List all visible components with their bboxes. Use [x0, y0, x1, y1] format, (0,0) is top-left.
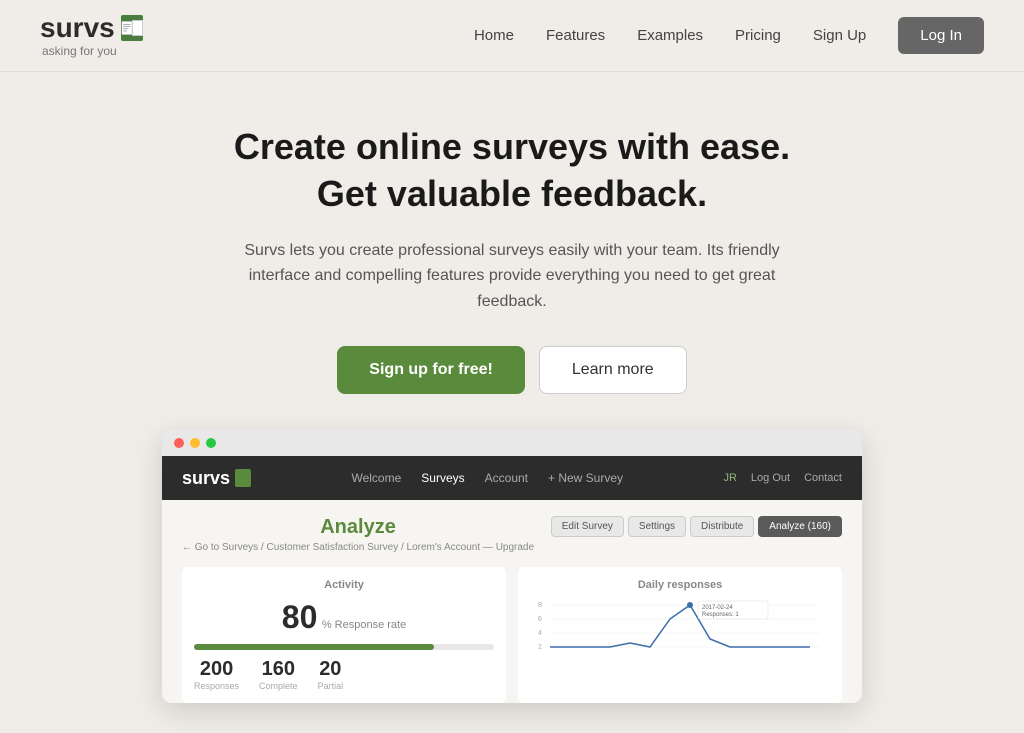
window-minimize-dot: [190, 438, 200, 448]
app-nav-new-survey[interactable]: + New Survey: [548, 471, 623, 485]
signup-button[interactable]: Sign up for free!: [337, 346, 525, 394]
distribute-button[interactable]: Distribute: [690, 516, 754, 537]
analyze-button[interactable]: Analyze (160): [758, 516, 842, 537]
window-maximize-dot: [206, 438, 216, 448]
logo-text: survs: [40, 14, 115, 42]
nav-features[interactable]: Features: [546, 27, 605, 44]
app-nav-contact[interactable]: Contact: [804, 472, 842, 484]
window-chrome: [162, 430, 862, 456]
analyze-action-buttons: Edit Survey Settings Distribute Analyze …: [551, 516, 842, 537]
svg-text:2: 2: [538, 644, 542, 651]
hero-buttons: Sign up for free! Learn more: [20, 346, 1004, 394]
login-button[interactable]: Log In: [898, 17, 984, 54]
stat-partial-value: 20: [318, 658, 344, 681]
app-nav-welcome[interactable]: Welcome: [351, 471, 401, 485]
nav-pricing[interactable]: Pricing: [735, 27, 781, 44]
app-nav-account[interactable]: Account: [485, 471, 528, 485]
app-nav-surveys[interactable]: Surveys: [421, 471, 464, 485]
app-nav-logout[interactable]: Log Out: [751, 472, 790, 484]
header: survs asking for you Home Features Examp…: [0, 0, 1024, 72]
analyze-breadcrumb: ← Go to Surveys / Customer Satisfaction …: [182, 542, 534, 553]
hero-title: Create online surveys with ease. Get val…: [20, 124, 1004, 218]
window-close-dot: [174, 438, 184, 448]
hero-title-line2: Get valuable feedback.: [317, 173, 707, 214]
stat-partial: 20 Partial: [318, 658, 344, 691]
daily-responses-title: Daily responses: [530, 579, 830, 591]
stat-complete-value: 160: [259, 658, 298, 681]
main-nav: Home Features Examples Pricing Sign Up L…: [474, 17, 984, 54]
progress-bar-fill: [194, 644, 434, 650]
stat-responses-value: 200: [194, 658, 239, 681]
stats-row: 200 Responses 160 Complete 20 Partial: [194, 658, 494, 691]
analyze-header-left: Analyze ← Go to Surveys / Customer Satis…: [182, 516, 534, 553]
learn-more-button[interactable]: Learn more: [539, 346, 687, 394]
logo-area: survs asking for you: [40, 14, 143, 58]
svg-text:2017-02-24: 2017-02-24: [702, 605, 733, 611]
svg-text:8: 8: [538, 602, 542, 609]
app-panels: Activity 80 % Response rate 200 Response…: [182, 567, 842, 703]
svg-text:4: 4: [538, 630, 542, 637]
chart-svg: 8 6 4 2: [530, 599, 830, 659]
stat-responses: 200 Responses: [194, 658, 239, 691]
app-navbar: survs Welcome Surveys Account + New Surv…: [162, 456, 862, 500]
svg-text:6: 6: [538, 616, 542, 623]
logo-tagline: asking for you: [42, 44, 143, 58]
daily-responses-panel: Daily responses 8 6 4 2: [518, 567, 842, 703]
settings-button[interactable]: Settings: [628, 516, 686, 537]
hero-subtitle: Survs lets you create professional surve…: [222, 238, 802, 315]
activity-panel: Activity 80 % Response rate 200 Response…: [182, 567, 506, 703]
response-rate-value: 80: [282, 599, 318, 635]
stat-partial-label: Partial: [318, 681, 344, 691]
logo-icon: [121, 15, 143, 41]
nav-signup[interactable]: Sign Up: [813, 27, 866, 44]
analyze-header: Analyze ← Go to Surveys / Customer Satis…: [182, 516, 842, 553]
app-nav-user: JR: [723, 472, 736, 484]
activity-panel-title: Activity: [194, 579, 494, 591]
app-logo: survs: [182, 468, 251, 489]
logo: survs: [40, 14, 143, 42]
hero-section: Create online surveys with ease. Get val…: [0, 72, 1024, 733]
hero-title-line1: Create online surveys with ease.: [234, 126, 790, 167]
app-nav-links: Welcome Surveys Account + New Survey: [351, 471, 623, 485]
app-preview: survs Welcome Surveys Account + New Surv…: [162, 430, 862, 703]
app-logo-text: survs: [182, 468, 230, 489]
svg-text:Responses: 1: Responses: 1: [702, 612, 739, 618]
chart-area: 8 6 4 2: [530, 599, 830, 659]
nav-home[interactable]: Home: [474, 27, 514, 44]
progress-bar: [194, 644, 494, 650]
app-nav-right: JR Log Out Contact: [723, 472, 842, 484]
stat-complete: 160 Complete: [259, 658, 298, 691]
analyze-title: Analyze: [182, 516, 534, 539]
response-rate-label: % Response rate: [322, 619, 406, 631]
app-logo-icon: [235, 469, 251, 487]
stat-responses-label: Responses: [194, 681, 239, 691]
app-content: Analyze ← Go to Surveys / Customer Satis…: [162, 500, 862, 703]
edit-survey-button[interactable]: Edit Survey: [551, 516, 624, 537]
stat-complete-label: Complete: [259, 681, 298, 691]
nav-examples[interactable]: Examples: [637, 27, 703, 44]
